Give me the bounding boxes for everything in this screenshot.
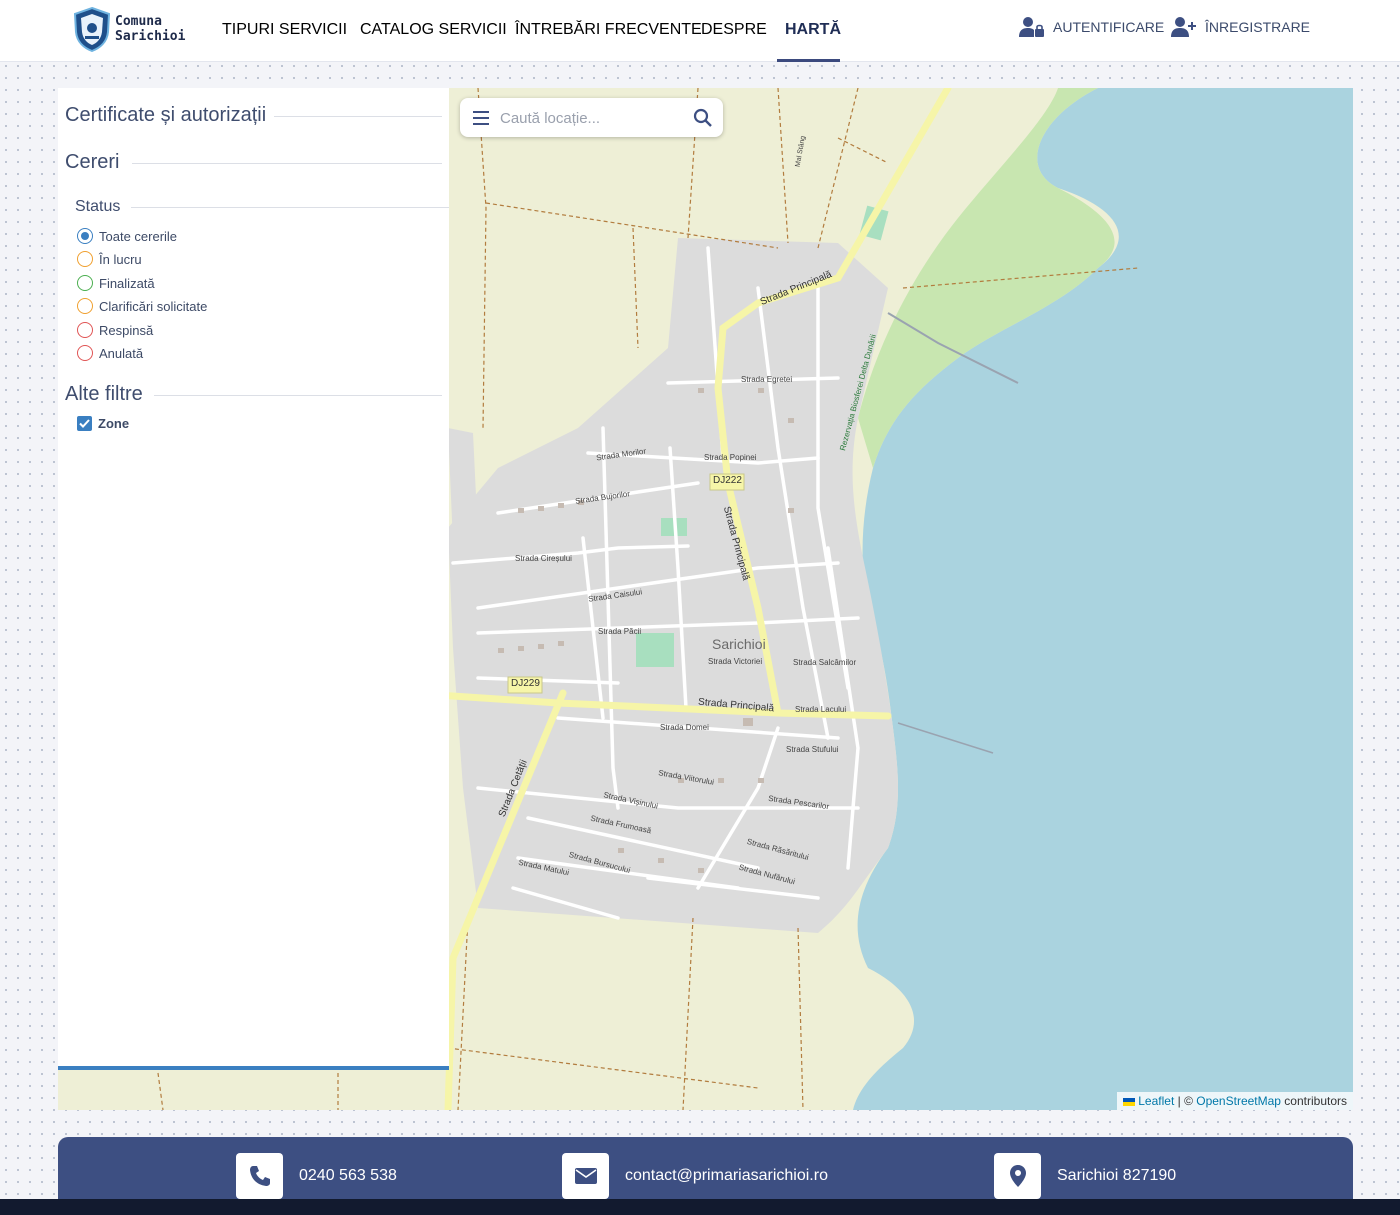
section-divider (154, 395, 442, 396)
zone-checkbox-row[interactable]: Zone (77, 416, 129, 431)
map-label-salcamilor: Strada Salcâmilor (793, 658, 857, 667)
section-certificate[interactable]: Certificate și autorizații (65, 104, 266, 127)
zone-checkbox[interactable] (77, 416, 92, 431)
location-search (460, 98, 723, 137)
map-label-victoriei: Strada Victoriei (708, 657, 763, 666)
osm-link[interactable]: OpenStreetMap (1196, 1094, 1281, 1108)
nav-catalog-servicii[interactable]: CATALOG SERVICII (360, 21, 507, 39)
attribution-separator: | © (1174, 1094, 1197, 1108)
map-label-domnei: Strada Domei (660, 723, 709, 732)
leaflet-link[interactable]: Leaflet (1138, 1094, 1174, 1108)
status-label: Toate cererile (99, 228, 178, 244)
address-text: Sarichioi 827190 (1057, 1167, 1177, 1184)
section-alte-filtre[interactable]: Alte filtre (65, 383, 143, 406)
section-divider (132, 163, 442, 164)
brand-line1: Comuna (115, 14, 162, 29)
radio-button[interactable] (77, 275, 93, 291)
bottom-bar (0, 1199, 1400, 1215)
logo[interactable]: Comuna Sarichioi (72, 6, 192, 54)
status-radio-clarificari[interactable]: Clarificări solicitate (77, 298, 207, 314)
radio-button[interactable] (77, 322, 93, 338)
map-label-pacii: Strada Păcii (598, 627, 642, 636)
map-label-popinei: Strada Popinei (704, 453, 757, 462)
status-label: Anulată (99, 345, 144, 361)
section-cereri[interactable]: Cereri (65, 151, 119, 174)
map-label-dj229: DJ229 (511, 678, 540, 689)
user-plus-icon (1171, 17, 1196, 37)
map-label-lacului: Strada Lacului (795, 705, 847, 714)
sidebar-bottom-border (58, 1066, 449, 1070)
map-attribution: Leaflet | © OpenStreetMap contributors (1116, 1092, 1353, 1110)
status-radio-finalizata[interactable]: Finalizată (77, 275, 155, 291)
map-label-egretei: Strada Egretei (741, 375, 793, 384)
ukraine-flag-icon (1122, 1097, 1135, 1106)
login-button[interactable]: AUTENTIFICARE (1019, 16, 1164, 38)
radio-button[interactable] (77, 251, 93, 267)
nav-active-indicator (777, 59, 840, 62)
search-icon[interactable] (693, 108, 713, 128)
status-radio-anulata[interactable]: Anulată (77, 345, 143, 361)
register-label: ÎNREGISTRARE (1205, 19, 1311, 35)
menu-icon[interactable] (472, 111, 490, 125)
map-label-dj222: DJ222 (713, 475, 742, 486)
section-divider (274, 116, 442, 117)
status-radio-in-lucru[interactable]: În lucru (77, 251, 142, 267)
shield-logo-icon (73, 6, 111, 52)
envelope-icon (562, 1153, 609, 1199)
map-label-stufului: Strada Stufului (786, 745, 839, 754)
status-radio-toate[interactable]: Toate cererile (77, 228, 177, 244)
phone-icon (236, 1153, 283, 1199)
contact-address[interactable]: Sarichioi 827190 (994, 1153, 1176, 1199)
contact-footer: 0240 563 538 contact@primariasarichioi.r… (58, 1137, 1353, 1207)
brand-line2: Sarichioi (115, 29, 186, 44)
nav-intrebari-frecvente[interactable]: ÎNTREBĂRI FRECVENTE (515, 21, 702, 39)
checkmark-icon (79, 419, 90, 428)
map-label-ciresului: Strada Cireșului (515, 554, 572, 563)
filters-sidebar: Certificate și autorizații Cereri Status… (58, 88, 449, 1070)
nav-tipuri-servicii[interactable]: TIPURI SERVICII (222, 21, 347, 39)
register-button[interactable]: ÎNREGISTRARE (1171, 16, 1310, 38)
status-label: Finalizată (99, 275, 155, 291)
radio-button[interactable] (77, 228, 93, 244)
radio-button[interactable] (77, 345, 93, 361)
login-label: AUTENTIFICARE (1053, 19, 1165, 35)
section-divider (131, 207, 449, 208)
status-label: În lucru (99, 251, 142, 267)
radio-button[interactable] (77, 298, 93, 314)
nav-harta[interactable]: HARTĂ (785, 21, 841, 39)
contact-phone[interactable]: 0240 563 538 (236, 1153, 397, 1199)
map-pin-icon (994, 1153, 1041, 1199)
map-label-sarichioi: Sarichioi (712, 636, 766, 652)
search-input[interactable] (500, 107, 680, 129)
nav-despre[interactable]: DESPRE (701, 21, 767, 39)
status-label: Respinsă (99, 322, 154, 338)
header: Comuna Sarichioi TIPURI SERVICII CATALOG… (0, 0, 1400, 62)
status-title: Status (75, 198, 121, 215)
status-label: Clarificări solicitate (99, 298, 208, 314)
attribution-suffix: contributors (1280, 1094, 1347, 1108)
phone-text: 0240 563 538 (299, 1167, 397, 1184)
user-lock-icon (1019, 17, 1044, 37)
status-radio-respinsa[interactable]: Respinsă (77, 322, 153, 338)
contact-email[interactable]: contact@primariasarichioi.ro (562, 1153, 828, 1199)
zone-label: Zone (98, 416, 130, 431)
email-text: contact@primariasarichioi.ro (625, 1167, 828, 1184)
brand-name: Comuna Sarichioi (115, 14, 185, 44)
